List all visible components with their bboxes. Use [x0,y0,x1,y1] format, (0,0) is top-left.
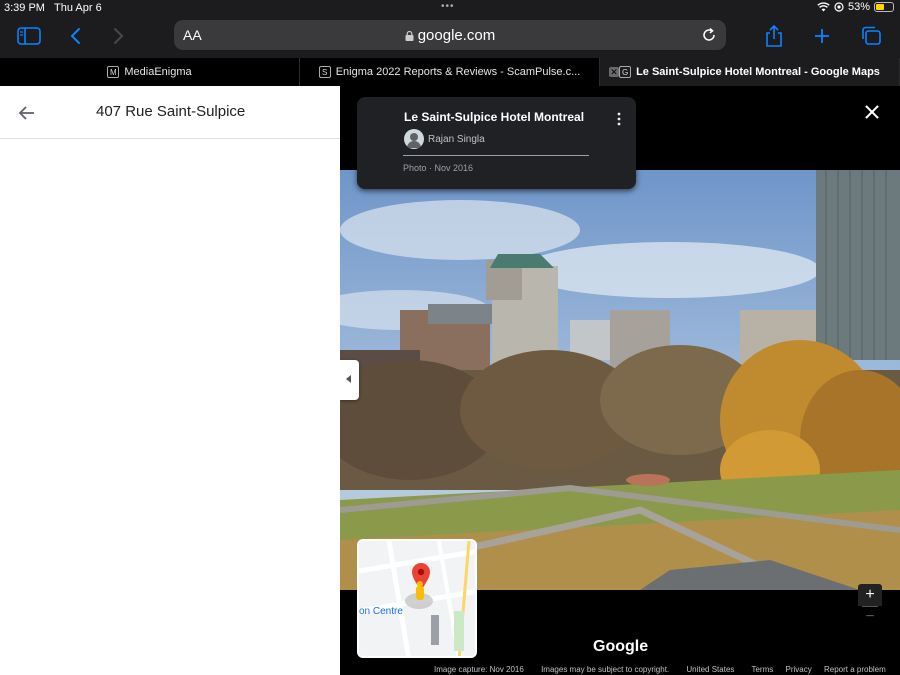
back-arrow-icon[interactable] [16,102,38,124]
panel-title: 407 Rue Saint-Sulpice [96,103,246,120]
multitasking-dots-icon[interactable]: ••• [441,1,455,12]
browser-toolbar: AA google.com [0,16,900,58]
image-capture-text: Image capture: Nov 2016 [434,665,524,674]
share-icon[interactable] [761,24,787,48]
address-domain: google.com [174,27,726,44]
tab-label: MediaEnigma [124,66,192,78]
minimap[interactable]: on Centre [357,539,477,658]
tab-close-icon[interactable]: ✕ [609,67,619,77]
battery-icon [874,2,894,12]
lock-icon [405,31,414,41]
more-options-icon[interactable] [617,112,621,126]
report-problem-link[interactable]: Report a problem [824,665,886,674]
status-bar: 3:39 PM Thu Apr 6 ••• 53% [0,0,900,16]
domain-text: google.com [417,27,496,44]
author-avatar[interactable] [404,129,424,149]
panel-header: 407 Rue Saint-Sulpice [0,86,340,139]
location-lock-icon [834,2,844,12]
minimap-label: on Centre [359,606,403,617]
info-divider [403,155,589,156]
collapse-chevron-icon [346,375,351,383]
map-footer: Image capture: Nov 2016 Images may be su… [434,665,896,674]
google-logo: Google [593,638,649,655]
address-bar[interactable]: AA google.com [174,20,726,50]
photo-date: Photo · Nov 2016 [403,163,474,173]
status-time: 3:39 PM [4,2,45,14]
tab-mediaenigma[interactable]: M MediaEnigma [0,58,300,86]
tab-bar: M MediaEnigma S Enigma 2022 Reports & Re… [0,58,900,86]
forward-icon[interactable] [106,24,132,48]
copyright-text: Images may be subject to copyright. [541,665,670,674]
zoom-out-button[interactable]: − [858,607,882,629]
terms-link[interactable]: Terms [751,665,773,674]
sidebar-toggle-icon[interactable] [16,24,42,48]
zoom-controls: + − [858,584,882,630]
close-icon[interactable] [864,104,880,120]
favicon-icon: S [318,66,331,78]
tab-scampulse[interactable]: S Enigma 2022 Reports & Reviews - ScamPu… [300,58,600,86]
country-link[interactable]: United States [686,665,734,674]
status-indicators: 53% [817,1,894,13]
collapse-panel-button[interactable] [340,360,359,400]
back-icon[interactable] [62,24,88,48]
minimap-streets [359,541,475,656]
tab-label: Enigma 2022 Reports & Reviews - ScamPuls… [335,66,581,78]
tab-overview-icon[interactable] [858,24,884,48]
status-date: Thu Apr 6 [54,2,102,14]
photo-viewer: Le Saint-Sulpice Hotel Montreal Rajan Si… [340,86,900,675]
favicon-icon: M [107,66,120,78]
reload-icon[interactable] [700,26,718,44]
privacy-link[interactable]: Privacy [786,665,812,674]
favicon-icon: G [619,66,632,78]
place-side-panel: 407 Rue Saint-Sulpice [0,86,340,675]
photo-info-card: Le Saint-Sulpice Hotel Montreal Rajan Si… [357,97,636,189]
battery-percent: 53% [847,1,870,13]
photo-author[interactable]: Rajan Singla [428,134,485,145]
tab-label: Le Saint-Sulpice Hotel Montreal - Google… [636,66,880,78]
tab-google-maps[interactable]: ✕ G Le Saint-Sulpice Hotel Montreal - Go… [600,58,900,86]
new-tab-icon[interactable] [809,24,835,48]
wifi-icon [817,2,830,12]
zoom-in-button[interactable]: + [858,584,882,606]
street-photo[interactable] [340,170,900,590]
photo-title[interactable]: Le Saint-Sulpice Hotel Montreal [404,110,584,124]
